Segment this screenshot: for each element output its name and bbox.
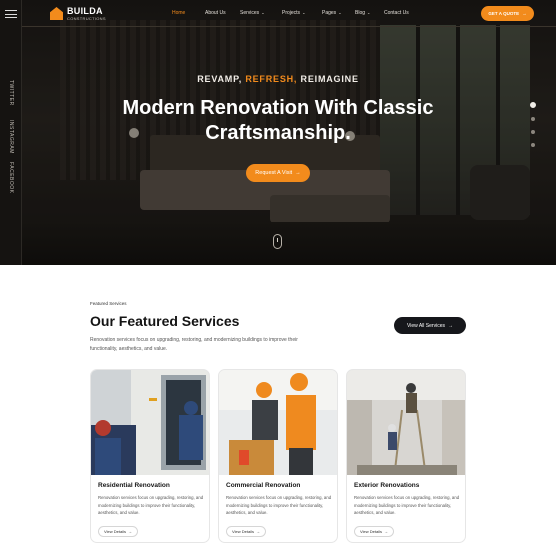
nav-pages-label: Pages	[322, 10, 337, 16]
card-title: Commercial Renovation	[226, 482, 301, 489]
card-title: Exterior Renovations	[354, 482, 420, 489]
chevron-down-icon: ⌄	[367, 10, 371, 15]
slider-dot-2[interactable]	[531, 117, 535, 121]
section-description: Renovation services focus on upgrading, …	[90, 337, 298, 352]
top-navigation: BUILDA CONSTRUCTIONS Home About Us Servi…	[22, 0, 556, 27]
exterior-renovations-image	[347, 370, 465, 475]
eyebrow-word-2: REFRESH,	[245, 74, 298, 84]
social-facebook[interactable]: FACEBOOK	[8, 162, 14, 194]
hero-section: REVAMP, REFRESH, REIMAGINE Modern Renova…	[0, 0, 556, 265]
nav-services[interactable]: Services ⌄	[240, 10, 265, 16]
card-title: Residential Renovation	[98, 482, 170, 489]
hero-title: Modern Renovation With Classic Craftsman…	[122, 97, 434, 144]
arrow-right-icon: →	[295, 170, 301, 176]
eyebrow-word-1: REVAMP,	[197, 74, 243, 84]
nav-projects-label: Projects	[282, 10, 301, 16]
get-quote-button[interactable]: GET A QUOTE →	[481, 6, 534, 21]
social-instagram[interactable]: INSTAGRAM	[8, 120, 14, 154]
logo-tagline: CONSTRUCTIONS	[67, 16, 106, 21]
arrow-right-icon: →	[255, 529, 260, 534]
view-details-label: View Details	[104, 529, 126, 534]
chevron-down-icon: ⌄	[261, 10, 265, 15]
nav-home[interactable]: Home	[172, 10, 185, 16]
arrow-right-icon: →	[447, 322, 453, 329]
view-all-services-label: View All Services	[407, 322, 445, 329]
view-details-button[interactable]: View Details →	[98, 526, 138, 537]
slider-dot-3[interactable]	[531, 130, 535, 134]
logo-icon	[50, 7, 63, 20]
view-details-label: View Details	[232, 529, 254, 534]
hero-eyebrow: REVAMP, REFRESH, REIMAGINE	[0, 74, 556, 84]
scroll-down-icon[interactable]	[273, 234, 282, 249]
view-details-button[interactable]: View Details →	[354, 526, 394, 537]
nav-pages[interactable]: Pages ⌄	[322, 10, 342, 16]
view-details-button[interactable]: View Details →	[226, 526, 266, 537]
social-twitter[interactable]: TWITTER	[8, 80, 14, 106]
arrow-right-icon: →	[127, 529, 132, 534]
nav-blog[interactable]: Blog ⌄	[355, 10, 370, 16]
service-card-exterior: Exterior Renovations Renovation services…	[346, 369, 466, 543]
card-description: Renovation services focus on upgrading, …	[226, 495, 332, 515]
section-tag: Featured Services	[90, 301, 127, 306]
nav-blog-label: Blog	[355, 10, 366, 16]
nav-services-label: Services	[240, 10, 260, 16]
section-title: Our Featured Services	[90, 313, 240, 329]
nav-contact-us[interactable]: Contact Us	[384, 10, 409, 16]
eyebrow-word-3: REIMAGINE	[300, 74, 359, 84]
service-card-residential: Residential Renovation Renovation servic…	[90, 369, 210, 543]
logo-name[interactable]: BUILDA	[67, 6, 103, 16]
get-quote-label: GET A QUOTE	[488, 11, 520, 16]
card-description: Renovation services focus on upgrading, …	[98, 495, 204, 515]
slider-dot-1[interactable]	[530, 102, 536, 108]
slider-dots	[530, 102, 536, 156]
hamburger-icon[interactable]	[5, 10, 17, 18]
view-all-services-button[interactable]: View All Services →	[394, 317, 466, 334]
slider-dot-4[interactable]	[531, 143, 535, 147]
arrow-right-icon: →	[522, 11, 527, 16]
chevron-down-icon: ⌄	[302, 10, 306, 15]
card-description: Renovation services focus on upgrading, …	[354, 495, 460, 515]
chevron-down-icon: ⌄	[338, 10, 342, 15]
residential-renovation-image	[91, 370, 209, 475]
left-rail: TWITTER INSTAGRAM FACEBOOK	[0, 0, 22, 265]
request-visit-label: Request A Visit	[255, 170, 293, 176]
nav-projects[interactable]: Projects ⌄	[282, 10, 305, 16]
request-visit-button[interactable]: Request A Visit →	[246, 164, 310, 182]
arrow-right-icon: →	[383, 529, 388, 534]
view-details-label: View Details	[360, 529, 382, 534]
nav-about-us[interactable]: About Us	[205, 10, 226, 16]
commercial-renovation-image	[219, 370, 337, 475]
service-card-commercial: Commercial Renovation Renovation service…	[218, 369, 338, 543]
